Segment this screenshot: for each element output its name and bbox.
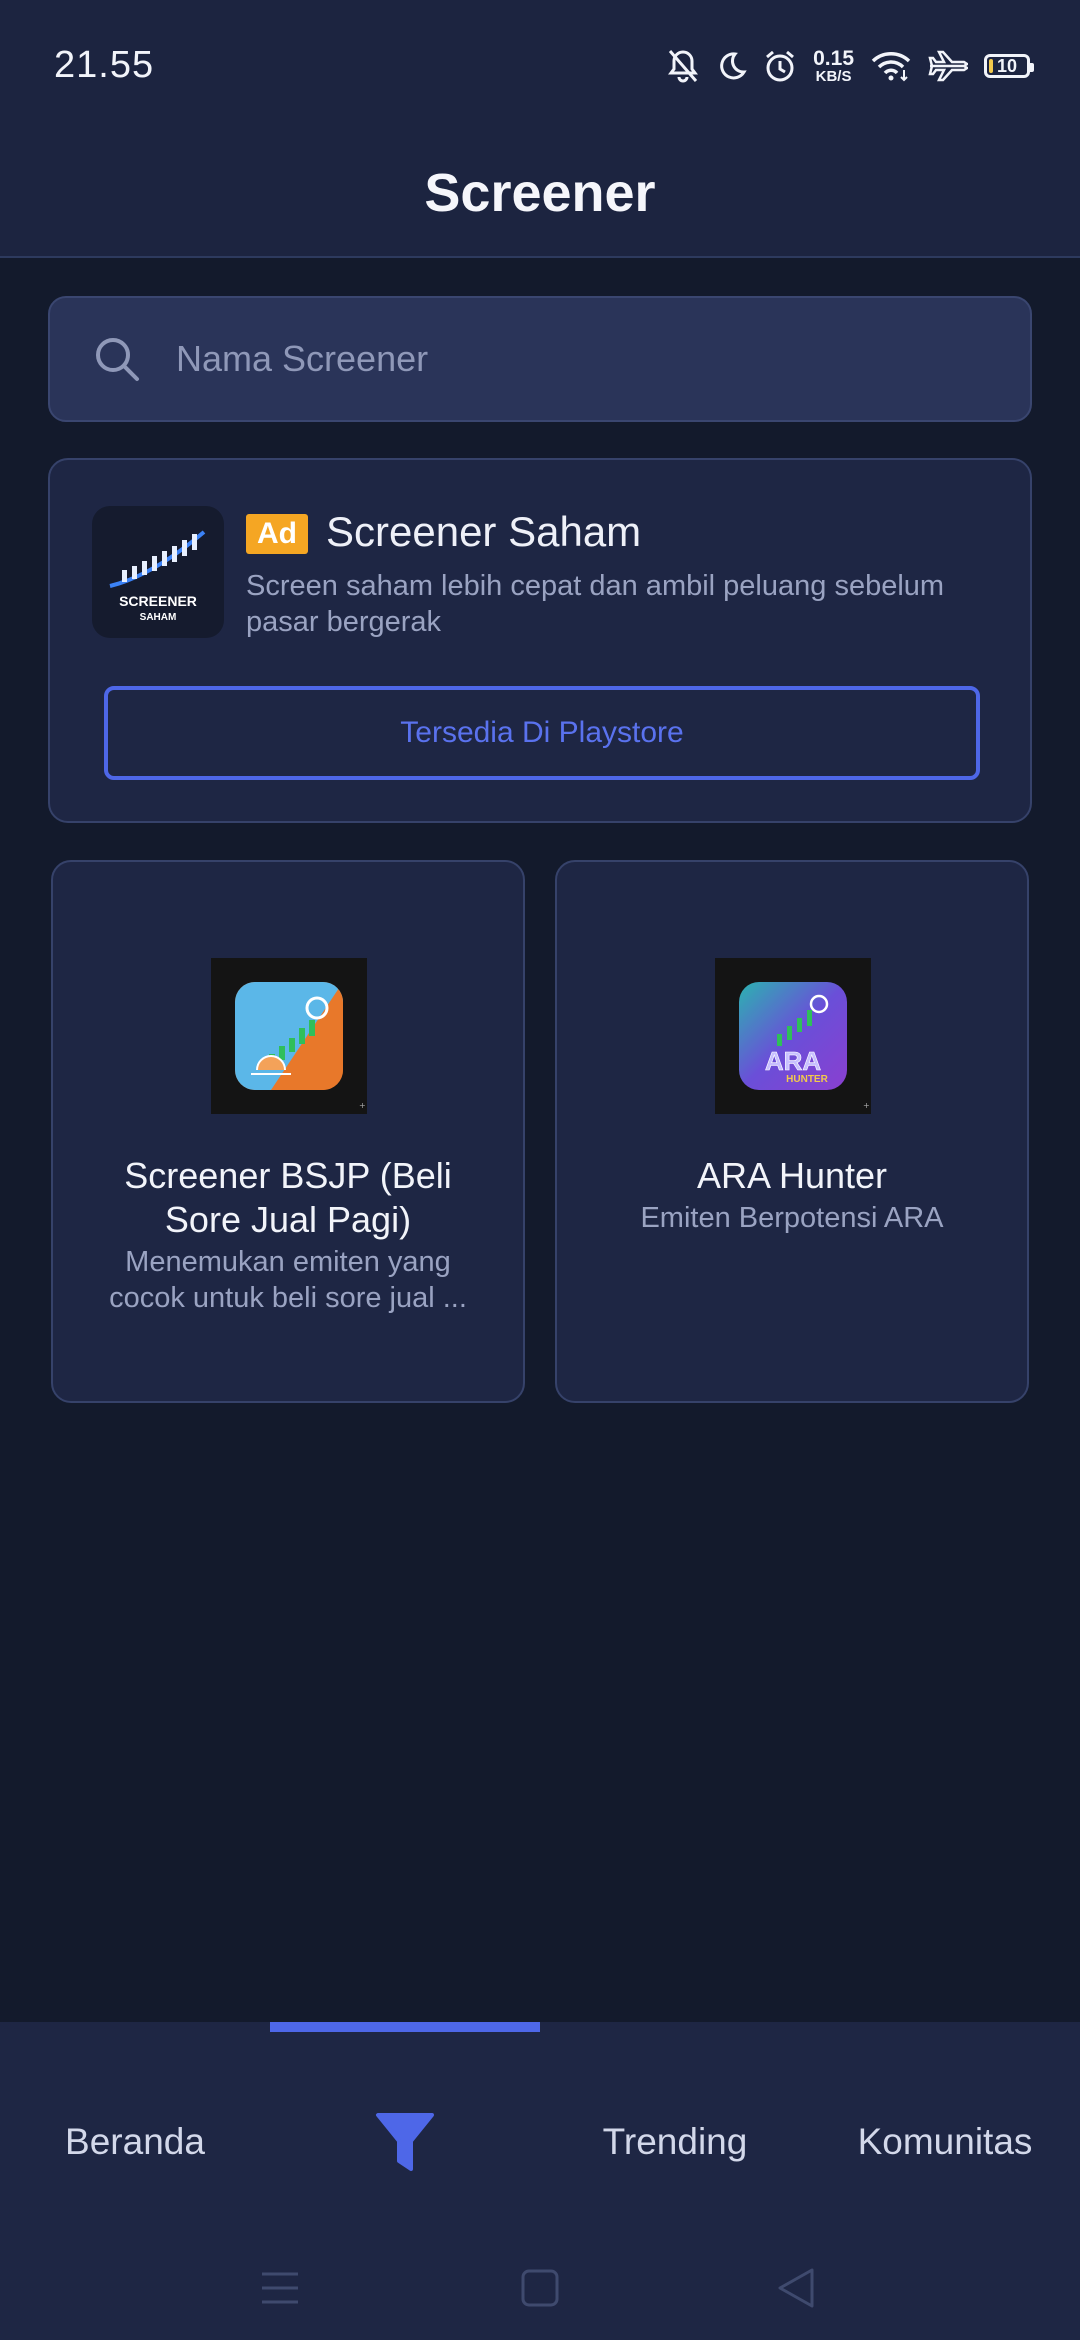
ara-hunter-app-icon: ARA HUNTER + — [715, 958, 871, 1114]
ad-title: Screener Saham — [326, 508, 642, 555]
net-speed: 0.15 KB/S — [813, 47, 854, 85]
filter-icon[interactable] — [375, 2111, 435, 2173]
home-button[interactable] — [500, 2258, 580, 2318]
svg-text:+: + — [863, 1101, 870, 1110]
status-time: 21.55 — [54, 44, 155, 86]
screener-card-subtitle: Emiten Berpotensi ARA — [640, 1202, 944, 1234]
ad-logo-subtext: SAHAM — [140, 612, 177, 623]
screener-card-subtitle: Menemukan emiten yang cocok untuk beli s… — [109, 1246, 467, 1314]
svg-text:+: + — [359, 1101, 366, 1110]
screener-card-title: Screener BSJP (Beli Sore Jual Pagi) — [124, 1155, 452, 1240]
bottom-nav: Beranda Trending Komunitas — [0, 2022, 1080, 2340]
search-bar[interactable] — [48, 296, 1032, 422]
ara-logo-text: ARA — [765, 1046, 822, 1076]
recents-button[interactable] — [240, 2258, 320, 2318]
menu-icon[interactable] — [260, 2270, 300, 2306]
app-bar: Screener — [0, 130, 1080, 258]
nav-item-beranda[interactable]: Beranda — [0, 2112, 270, 2172]
battery-icon: 10 — [984, 54, 1034, 78]
ad-description: Screen saham lebih cepat dan ambil pelua… — [246, 570, 945, 638]
bsjp-app-icon: + — [211, 958, 367, 1114]
ad-logo-text: SCREENER — [119, 593, 197, 609]
search-input[interactable] — [174, 337, 1030, 381]
wifi-icon — [871, 52, 911, 82]
nav-item-screener[interactable] — [270, 2112, 540, 2172]
ad-card[interactable]: SCREENER SAHAM Ad Screener Saham Screen … — [48, 458, 1032, 823]
back-triangle-icon[interactable] — [776, 2266, 816, 2310]
status-bar: 21.55 0.15 KB/S 10 — [0, 0, 1080, 130]
page-title: Screener — [424, 163, 656, 223]
ad-app-logo: SCREENER SAHAM — [92, 506, 224, 638]
active-tab-indicator — [270, 2022, 540, 2032]
moon-icon — [720, 52, 747, 80]
screener-card-bsjp[interactable]: + Screener BSJP (Beli Sore Jual Pagi) Me… — [51, 860, 525, 1403]
status-icons: 0.15 KB/S 10 — [667, 44, 1034, 88]
search-icon[interactable] — [92, 334, 142, 384]
alarm-icon — [766, 50, 795, 82]
bell-off-icon — [668, 50, 699, 83]
airplane-icon — [928, 50, 968, 82]
square-icon[interactable] — [520, 2268, 560, 2308]
playstore-button[interactable]: Tersedia Di Playstore — [104, 686, 980, 780]
screener-card-title: ARA Hunter — [696, 1155, 888, 1196]
nav-item-trending[interactable]: Trending — [540, 2112, 810, 2172]
nav-item-komunitas[interactable]: Komunitas — [810, 2112, 1080, 2172]
back-button[interactable] — [756, 2258, 836, 2318]
ad-badge: Ad — [246, 514, 308, 554]
ara-logo-subtext: HUNTER — [786, 1074, 828, 1085]
screener-card-ara-hunter[interactable]: ARA HUNTER + ARA Hunter Emiten Berpotens… — [555, 860, 1029, 1403]
